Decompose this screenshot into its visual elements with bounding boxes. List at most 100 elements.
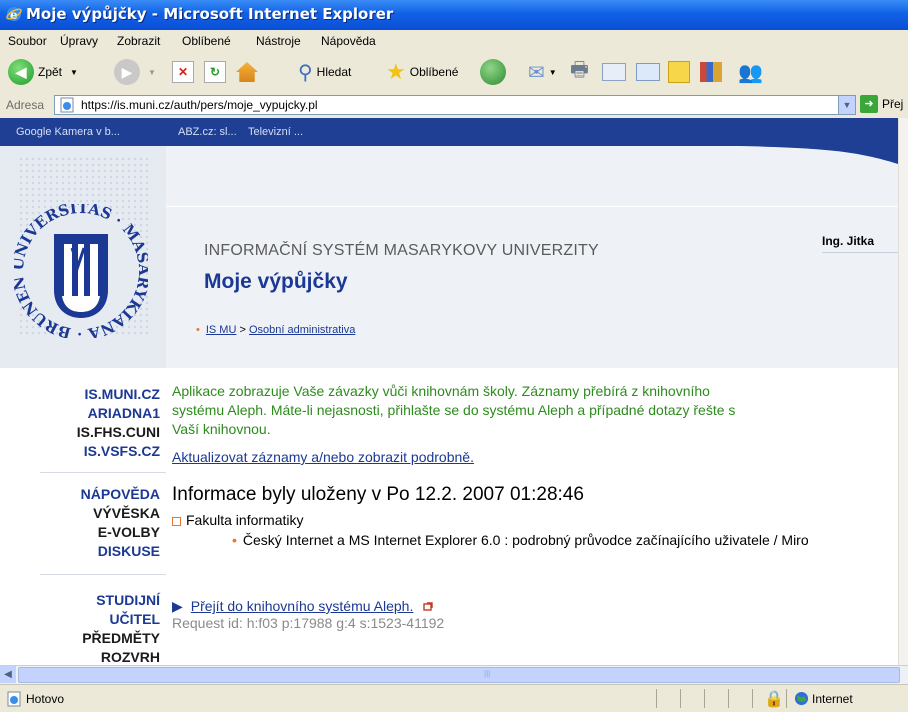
university-logo: UNIVERSITAS · MASARYKIANA · BRUNENSIS · [14,204,148,338]
header-wave-decoration [740,146,898,164]
header-divider [166,206,898,207]
breadcrumb: • IS MU > Osobní administrativa [196,324,355,336]
notes-button[interactable] [668,56,690,88]
go-arrow-icon: ➜ [860,95,878,113]
address-url: https://is.muni.cz/auth/pers/moje_vypujc… [81,98,318,112]
nav-predmety[interactable]: PŘEDMĚTY [82,630,160,646]
breadcrumb-separator: > [236,324,249,336]
saved-info-heading: Informace byly uloženy v Po 12.2. 2007 0… [172,484,584,505]
arrow-right-icon: ▶ [172,598,183,614]
home-icon [236,62,258,82]
lock-icon[interactable]: 🔒 [764,689,784,709]
forward-dropdown-icon[interactable]: ▼ [148,68,156,77]
left-navigation: IS.MUNI.CZ ARIADNA1 IS.FHS.CUNI IS.VSFS.… [0,368,166,665]
address-dropdown-icon[interactable]: ▼ [838,96,855,114]
menu-zobrazit[interactable]: Zobrazit [117,34,160,48]
status-text: Hotovo [26,692,65,706]
nav-separator [40,574,166,575]
back-button[interactable]: ◀ Zpět ▼ [8,56,78,88]
menu-nastroje[interactable]: Nástroje [256,34,301,48]
print-button[interactable]: 🖶 [570,56,589,88]
forward-button[interactable]: ▶ ▼ [114,56,156,88]
star-icon: ★ [386,59,406,84]
site-title: INFORMAČNÍ SYSTÉM MASARYKOVY UNIVERZITY [204,242,599,259]
breadcrumb-section-link[interactable]: Osobní administrativa [249,324,355,336]
external-window-icon[interactable] [423,602,433,612]
status-separator [704,689,705,708]
address-input[interactable]: https://is.muni.cz/auth/pers/moje_vypujc… [54,95,856,115]
menu-oblibene[interactable]: Oblíbené [182,34,231,48]
printer-icon: 🖶 [570,59,589,81]
go-button[interactable]: ➜ Přej [860,95,903,113]
faculty-name: Fakulta informatiky [186,512,304,528]
page-done-icon [7,691,21,707]
link-google-kamera[interactable]: Google Kamera v b... [16,126,120,138]
menu-napoveda[interactable]: Nápověda [321,34,376,48]
nav-is-muni[interactable]: IS.MUNI.CZ [85,386,160,402]
stop-button[interactable]: ✕ [172,56,194,88]
globe-icon [794,691,809,706]
user-divider [822,252,898,253]
media-icon [480,59,506,85]
forward-arrow-icon: ▶ [114,59,140,85]
nav-studijni[interactable]: STUDIJNÍ [96,592,160,608]
scrollbar-thumb[interactable] [18,667,900,683]
book-title: Český Internet a MS Internet Explorer 6.… [242,532,809,548]
page-viewport: Google Kamera v b... ABZ.cz: sl... Telev… [0,118,898,665]
edit-icon [602,63,626,81]
page-icon [60,97,74,113]
address-label: Adresa [6,98,45,112]
faculty-item: Fakulta informatiky [172,512,303,528]
status-separator [680,689,681,708]
scroll-left-icon[interactable]: ◀ [0,666,16,683]
info-line: systému Aleph. Máte-li nejasnosti, přihl… [172,402,736,418]
vertical-scrollbar[interactable] [898,118,908,665]
search-button[interactable]: ⚲ Hledat [298,56,351,88]
refresh-button[interactable]: ↻ [204,56,226,88]
menu-upravy[interactable]: Úpravy [60,34,98,48]
status-separator [752,689,753,708]
nav-ucitel[interactable]: UČITEL [109,611,160,627]
back-dropdown-icon[interactable]: ▼ [70,68,78,77]
info-text: Aplikace zobrazuje Vaše závazky vůči kni… [172,382,872,439]
favorites-button[interactable]: ★ Oblíbené [386,56,458,88]
breadcrumb-bullet-icon: • [196,324,200,336]
search-icon: ⚲ [298,61,313,84]
user-name: Ing. Jitka [822,234,875,248]
nav-separator [40,472,166,473]
discuss-button[interactable] [636,56,660,88]
nav-napoveda[interactable]: NÁPOVĚDA [81,486,160,502]
bullet-icon: • [232,532,237,548]
links-bar: Google Kamera v b... ABZ.cz: sl... Telev… [0,118,898,146]
edit-button[interactable] [602,56,626,88]
media-button[interactable] [480,56,506,88]
nav-is-fhs-cuni[interactable]: IS.FHS.CUNI [77,424,160,440]
logo-area: UNIVERSITAS · MASARYKIANA · BRUNENSIS · [0,146,166,368]
refresh-icon: ↻ [204,61,226,83]
mail-button[interactable]: ✉ ▼ [528,56,557,88]
stop-icon: ✕ [172,61,194,83]
messenger-icon: 👥 [738,61,763,84]
home-button[interactable] [236,56,258,88]
notes-icon [668,61,690,83]
nav-vyveska[interactable]: VÝVĚSKA [93,505,160,521]
research-button[interactable] [700,56,722,88]
link-televizni[interactable]: Televizní ... [248,126,303,138]
breadcrumb-home-link[interactable]: IS MU [206,324,237,336]
messenger-button[interactable]: 👥 [738,56,763,88]
mail-dropdown-icon[interactable]: ▼ [549,68,557,77]
link-abz[interactable]: ABZ.cz: sl... [178,126,237,138]
aleph-link[interactable]: Přejít do knihovního systému Aleph. [191,598,414,614]
loan-item: • Český Internet a MS Internet Explorer 6… [232,532,809,548]
horizontal-scrollbar[interactable]: ◀ ||| [0,665,908,684]
nav-is-vsfs[interactable]: IS.VSFS.CZ [84,443,160,459]
info-line: Vaší knihovnou. [172,421,271,437]
status-bar: Hotovo 🔒 Internet [0,684,908,712]
update-records-link[interactable]: Aktualizovat záznamy a/nebo zobrazit pod… [172,449,474,465]
nav-e-volby[interactable]: E-VOLBY [98,524,160,540]
nav-ariadna1[interactable]: ARIADNA1 [88,405,160,421]
menu-soubor[interactable]: Soubor [8,34,47,48]
nav-diskuse[interactable]: DISKUSE [98,543,160,559]
nav-rozvrh[interactable]: ROZVRH [101,649,160,665]
window-title: Moje výpůjčky - Microsoft Internet Explo… [26,5,394,23]
